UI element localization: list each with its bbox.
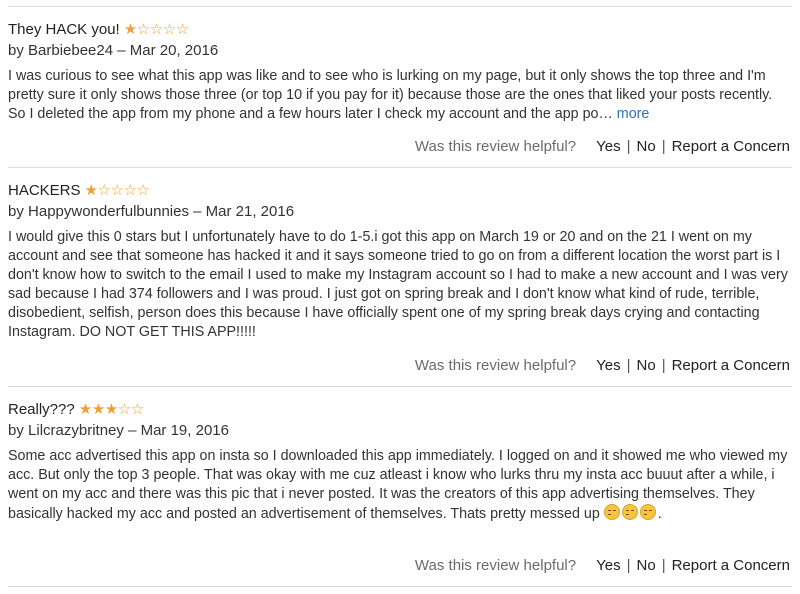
review-title-row: They HACK you! ★ ☆ ☆ ☆ ☆ [8,17,790,41]
helpful-question: Was this review helpful? [414,138,577,155]
star-rating: ★ ☆ ☆ ☆ ☆ [124,22,189,37]
no-button[interactable]: No [637,357,656,374]
pipe-separator: | [661,138,666,155]
star-filled-icon: ★ [91,400,106,418]
review-item: Really??? ★ ★ ★ ☆ ☆ by Lilcrazybritney – Mar… [8,397,790,524]
reviews-list: They HACK you! ★ ☆ ☆ ☆ ☆ by Barbiebee24 – Ma… [0,0,800,594]
date-separator: – [128,422,137,439]
yes-button[interactable]: Yes [596,357,620,374]
by-label: by [8,203,24,220]
review-author: Barbiebee24 [28,42,114,59]
pipe-separator: | [626,138,631,155]
star-empty-icon: ☆ [136,181,150,199]
star-empty-icon: ☆ [162,20,177,38]
unamused-face-icon [621,504,638,520]
no-button[interactable]: No [637,138,656,155]
pipe-separator: | [661,557,666,574]
star-filled-icon: ★ [104,400,119,418]
review-title: HACKERS [8,181,81,199]
star-empty-icon: ☆ [123,181,137,199]
review-author: Happywonderfulbunnies [28,203,189,220]
star-empty-icon: ☆ [136,20,151,38]
report-concern-button[interactable]: Report a Concern [672,138,790,155]
review-item: HACKERS ★ ☆ ☆ ☆ ☆ by Happywonderfulbunnies –… [8,178,790,342]
review-title-row: HACKERS ★ ☆ ☆ ☆ ☆ [8,178,790,202]
report-concern-button[interactable]: Report a Concern [672,357,790,374]
review-title: Really??? [8,400,75,418]
by-label: by [8,422,24,439]
pipe-separator: | [626,357,631,374]
star-rating: ★ ☆ ☆ ☆ ☆ [85,183,150,198]
no-button[interactable]: No [637,557,656,574]
star-empty-icon: ☆ [97,181,111,199]
review-text: I was curious to see what this app was l… [8,68,773,122]
review-author: Lilcrazybritney [28,422,124,439]
helpful-question: Was this review helpful? [414,357,577,374]
helpful-row: Was this review helpful? Yes | No | Repo… [415,357,790,374]
review-title: They HACK you! [8,20,120,38]
yes-button[interactable]: Yes [596,138,620,155]
review-text-suffix: . [657,506,662,522]
pipe-separator: | [661,357,666,374]
star-empty-icon: ☆ [130,400,145,418]
helpful-row: Was this review helpful? Yes | No | Repo… [415,138,790,155]
pipe-separator: | [626,557,631,574]
review-meta: by Lilcrazybritney – Mar 19, 2016 [8,421,790,441]
review-item: They HACK you! ★ ☆ ☆ ☆ ☆ by Barbiebee24 – Ma… [8,17,790,124]
report-concern-button[interactable]: Report a Concern [672,557,790,574]
helpful-question: Was this review helpful? [414,557,577,574]
review-body: Some acc advertised this app on insta so… [8,447,792,524]
star-filled-icon: ★ [123,20,138,38]
star-filled-icon: ★ [84,181,98,199]
review-text: Some acc advertised this app on insta so… [8,448,788,522]
review-title-row: Really??? ★ ★ ★ ☆ ☆ [8,397,790,421]
review-body: I would give this 0 stars but I unfortun… [8,228,792,342]
by-label: by [8,42,24,59]
divider [8,167,792,168]
star-rating: ★ ★ ★ ☆ ☆ [79,402,144,417]
helpful-row: Was this review helpful? Yes | No | Repo… [415,557,790,574]
unamused-face-icon [603,504,620,520]
unamused-face-icon [639,504,656,520]
divider [8,586,792,587]
review-meta: by Happywonderfulbunnies – Mar 21, 2016 [8,202,790,222]
star-empty-icon: ☆ [117,400,132,418]
date-separator: – [193,203,202,220]
yes-button[interactable]: Yes [596,557,620,574]
more-link[interactable]: more [617,106,650,122]
review-date: Mar 21, 2016 [205,203,295,220]
review-text: I would give this 0 stars but I unfortun… [8,229,788,340]
review-body: I was curious to see what this app was l… [8,67,792,124]
review-meta: by Barbiebee24 – Mar 20, 2016 [8,41,790,61]
star-empty-icon: ☆ [110,181,124,199]
review-date: Mar 19, 2016 [140,422,229,439]
star-empty-icon: ☆ [175,20,190,38]
divider [8,6,792,7]
divider [8,386,792,387]
star-empty-icon: ☆ [149,20,164,38]
review-date: Mar 20, 2016 [129,42,219,59]
star-filled-icon: ★ [78,400,93,418]
date-separator: – [117,42,126,59]
